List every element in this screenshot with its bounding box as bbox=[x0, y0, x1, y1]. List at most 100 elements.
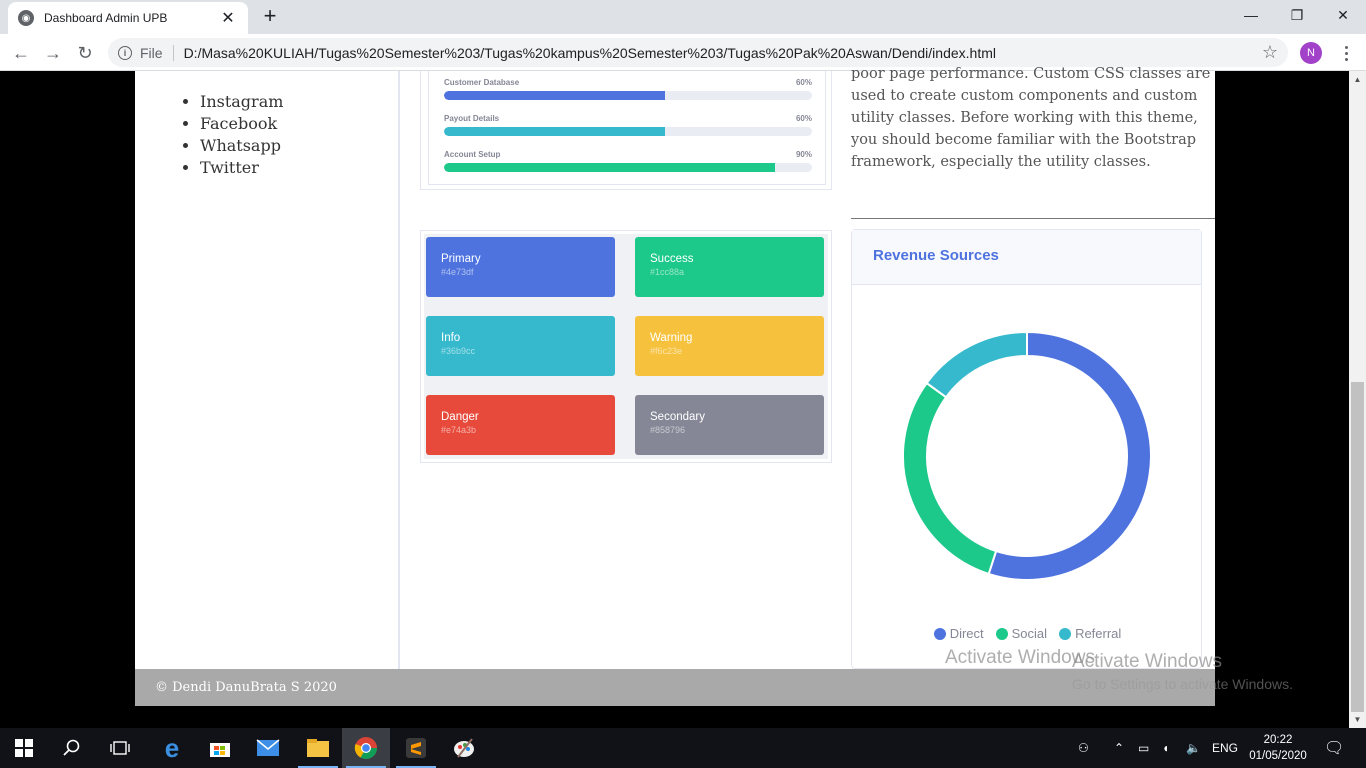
color-card-danger: Danger #e74a3b bbox=[426, 395, 615, 455]
restore-button[interactable]: ❐ bbox=[1274, 0, 1320, 30]
edge-browser-icon[interactable]: e bbox=[148, 728, 196, 768]
color-card-primary: Primary #4e73df bbox=[426, 237, 615, 297]
color-hex: #e74a3b bbox=[441, 425, 477, 435]
close-window-button[interactable]: ✕ bbox=[1320, 0, 1366, 30]
revenue-donut-chart bbox=[902, 330, 1152, 581]
browser-tab-bar: ◉ Dashboard Admin UPB ✕ + — ❐ ✕ bbox=[0, 0, 1366, 34]
task-view-icon[interactable] bbox=[96, 728, 144, 768]
browser-tab[interactable]: ◉ Dashboard Admin UPB ✕ bbox=[8, 2, 248, 34]
page-scrollbar[interactable]: ▲ ▼ bbox=[1349, 71, 1366, 728]
progress-track bbox=[444, 127, 812, 136]
network-icon[interactable]: ◖ bbox=[1162, 728, 1169, 768]
forward-button[interactable]: → bbox=[40, 40, 66, 66]
social-link-facebook[interactable]: Facebook bbox=[200, 113, 283, 135]
people-icon[interactable]: ⚇ bbox=[1078, 728, 1089, 768]
progress-label: Payout Details bbox=[444, 114, 500, 123]
globe-icon: ◉ bbox=[18, 10, 34, 26]
progress-row: Customer Database 60% bbox=[444, 78, 812, 100]
close-tab-icon[interactable]: ✕ bbox=[218, 8, 238, 28]
show-hidden-icons[interactable]: ⌃ bbox=[1114, 728, 1124, 768]
back-button[interactable]: ← bbox=[8, 40, 34, 66]
scroll-up-icon[interactable]: ▲ bbox=[1349, 71, 1366, 88]
color-card-secondary: Secondary #858796 bbox=[635, 395, 824, 455]
progress-bar-fill bbox=[444, 163, 776, 172]
color-cards-body: Primary #4e73df Success #1cc88a Info #36… bbox=[424, 234, 828, 459]
legend-item-social[interactable]: Social bbox=[995, 626, 1048, 641]
section-divider bbox=[851, 218, 1215, 219]
progress-percent: 90% bbox=[795, 150, 812, 159]
progress-label: Account Setup bbox=[444, 150, 501, 159]
paint-app-icon[interactable] bbox=[440, 728, 488, 768]
url-text[interactable]: D:/Masa%20KULIAH/Tugas%20Semester%203/Tu… bbox=[184, 45, 1262, 61]
progress-bar-fill bbox=[444, 127, 665, 136]
social-links-list: Instagram Facebook Whatsapp Twitter bbox=[180, 91, 283, 179]
reload-button[interactable]: ↻ bbox=[72, 40, 98, 66]
sublime-text-icon[interactable] bbox=[392, 728, 440, 768]
activate-windows-watermark: Activate Windows bbox=[1072, 651, 1222, 672]
legend-item-referral[interactable]: Referral bbox=[1059, 626, 1121, 641]
color-name: Info bbox=[441, 332, 461, 344]
theme-description-text: poor page performance. Custom CSS classe… bbox=[851, 66, 1211, 170]
page-content: Instagram Facebook Whatsapp Twitter Cust… bbox=[135, 66, 1215, 706]
profile-avatar[interactable]: N bbox=[1300, 42, 1322, 64]
mail-icon[interactable] bbox=[244, 728, 292, 768]
bookmark-star-icon[interactable]: ☆ bbox=[1262, 42, 1278, 63]
language-indicator[interactable]: ENG bbox=[1212, 728, 1238, 768]
color-hex: #f6c23e bbox=[650, 346, 683, 356]
progress-label: Customer Database bbox=[444, 78, 520, 87]
social-link-twitter[interactable]: Twitter bbox=[200, 157, 283, 179]
url-scheme: File bbox=[140, 44, 163, 61]
taskbar-clock[interactable]: 20:22 01/05/2020 bbox=[1248, 732, 1308, 764]
social-link-instagram[interactable]: Instagram bbox=[200, 91, 283, 113]
color-name: Primary bbox=[441, 253, 481, 265]
windows-start-icon[interactable] bbox=[0, 728, 48, 768]
progress-percent: 60% bbox=[795, 114, 812, 123]
sidebar-divider bbox=[398, 71, 400, 669]
clock-date: 01/05/2020 bbox=[1249, 750, 1307, 762]
tab-title: Dashboard Admin UPB bbox=[44, 11, 168, 25]
progress-row: Account Setup 90% bbox=[444, 150, 812, 172]
color-card-info: Info #36b9cc bbox=[426, 316, 615, 376]
info-icon[interactable]: i bbox=[118, 45, 132, 60]
color-name: Warning bbox=[650, 332, 693, 344]
battery-icon[interactable]: ▭ bbox=[1138, 728, 1149, 768]
clock-time: 20:22 bbox=[1263, 734, 1293, 746]
color-card-success: Success #1cc88a bbox=[635, 237, 824, 297]
progress-card: Customer Database 60% Payout Details 60% bbox=[420, 71, 832, 190]
legend-label: Referral bbox=[1075, 626, 1122, 641]
social-link-whatsapp[interactable]: Whatsapp bbox=[200, 135, 283, 157]
revenue-card-title: Revenue Sources bbox=[852, 230, 1201, 285]
progress-track bbox=[444, 163, 812, 172]
page-viewport: Instagram Facebook Whatsapp Twitter Cust… bbox=[0, 66, 1366, 728]
page-footer: © Dendi DanuBrata S 2020 bbox=[135, 669, 1215, 706]
store-icon[interactable] bbox=[196, 728, 244, 768]
chrome-icon[interactable] bbox=[342, 728, 390, 768]
donut-slice-direct[interactable] bbox=[987, 330, 1152, 581]
windows-taskbar: e ⚇ ⌃ ▭ ◖ 🔈 ENG 20:22 01/05/2020 🗨 bbox=[0, 728, 1366, 768]
progress-bar-fill bbox=[444, 91, 665, 100]
color-cards-panel: Primary #4e73df Success #1cc88a Info #36… bbox=[420, 230, 832, 463]
browser-menu-icon[interactable] bbox=[1336, 41, 1356, 65]
legend-label: Social bbox=[1011, 626, 1048, 641]
scroll-thumb[interactable] bbox=[1351, 382, 1364, 712]
legend-item-direct[interactable]: Direct bbox=[933, 626, 984, 641]
progress-percent: 60% bbox=[795, 78, 812, 87]
donut-slice-referral[interactable] bbox=[925, 330, 1028, 399]
minimize-button[interactable]: — bbox=[1228, 0, 1274, 30]
progress-track bbox=[444, 91, 812, 100]
donut-slice-social[interactable] bbox=[902, 381, 998, 576]
new-tab-button[interactable]: + bbox=[258, 4, 282, 28]
legend-dot-icon bbox=[995, 627, 1008, 640]
progress-row: Payout Details 60% bbox=[444, 114, 812, 136]
legend-dot-icon bbox=[933, 627, 946, 640]
notifications-icon[interactable]: 🗨 bbox=[1324, 728, 1344, 768]
volume-icon[interactable]: 🔈 bbox=[1186, 728, 1201, 768]
color-name: Danger bbox=[441, 411, 479, 423]
chart-legend: Direct Social Referral bbox=[852, 626, 1203, 641]
color-hex: #858796 bbox=[650, 425, 686, 435]
legend-dot-icon bbox=[1059, 627, 1072, 640]
scroll-down-icon[interactable]: ▼ bbox=[1349, 711, 1366, 728]
color-hex: #4e73df bbox=[441, 267, 474, 277]
search-icon[interactable] bbox=[48, 728, 96, 768]
file-explorer-icon[interactable] bbox=[294, 728, 342, 768]
